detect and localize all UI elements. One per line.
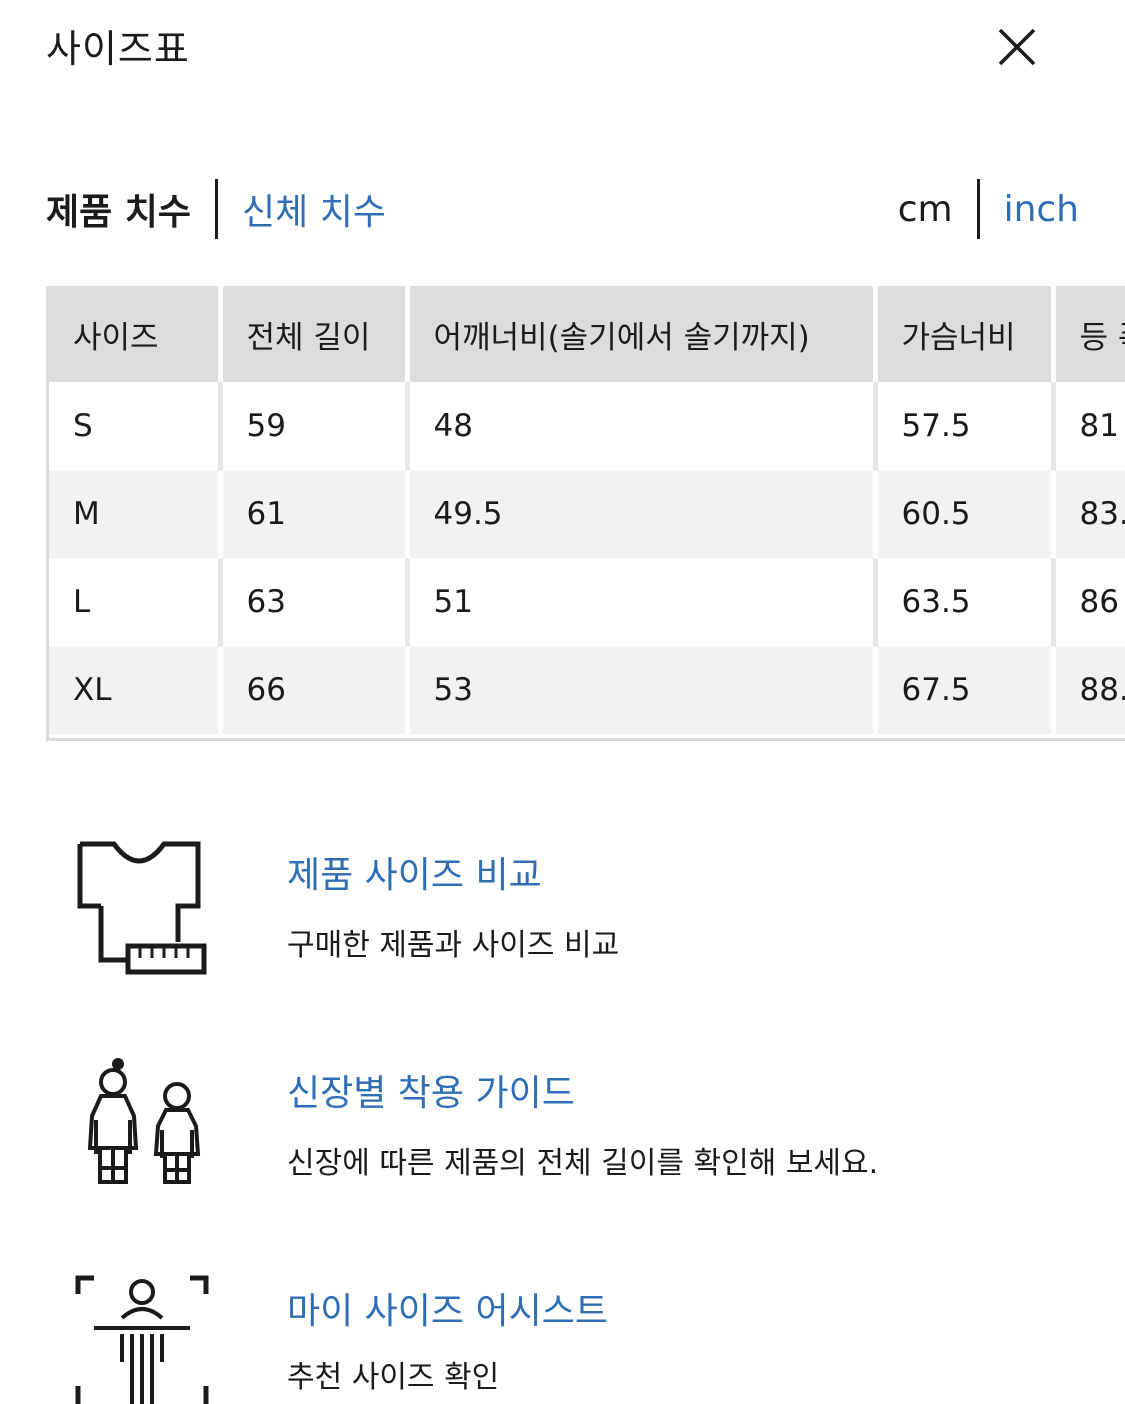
table-cell: 88.5 (1050, 646, 1125, 734)
table-row: M 61 49.5 60.5 83.5 (49, 470, 1125, 558)
table-cell: 59 (217, 382, 407, 470)
size-table: 사이즈 전체 길이 어깨너비(솔기에서 솔기까지) 가슴너비 등 폭 S 59 … (49, 286, 1125, 734)
tab-body-size[interactable]: 신체 치수 (242, 183, 386, 235)
table-row: L 63 51 63.5 86 (49, 558, 1125, 646)
column-header: 어깨너비(솔기에서 솔기까지) (404, 286, 875, 382)
tshirt-ruler-icon (77, 841, 207, 975)
unit-toggle: cm inch (898, 178, 1079, 240)
table-cell: 63.5 (872, 558, 1053, 646)
size-assist-link[interactable]: 마이 사이즈 어시스트 (287, 1282, 608, 1334)
table-cell: XL (49, 646, 220, 734)
measurement-tabs: 제품 치수 신체 치수 (46, 178, 386, 240)
table-cell: 60.5 (872, 470, 1053, 558)
column-header: 가슴너비 (872, 286, 1053, 382)
tab-divider (215, 179, 219, 239)
table-cell: 49.5 (404, 470, 875, 558)
height-guide-description: 신장에 따른 제품의 전체 길이를 확인해 보세요. (287, 1146, 879, 1181)
table-cell: 81 (1050, 382, 1125, 470)
page-title: 사이즈표 (46, 27, 190, 71)
size-table-scroll[interactable]: 사이즈 전체 길이 어깨너비(솔기에서 솔기까지) 가슴너비 등 폭 S 59 … (46, 286, 1125, 741)
table-cell: 57.5 (872, 382, 1053, 470)
table-cell: 86 (1050, 558, 1125, 646)
unit-divider (976, 179, 980, 239)
table-cell: M (49, 470, 220, 558)
size-assist-description: 추천 사이즈 확인 (287, 1360, 500, 1395)
column-header: 사이즈 (49, 286, 220, 382)
table-cell: L (49, 558, 220, 646)
unit-inch[interactable]: inch (1004, 189, 1079, 230)
table-cell: 63 (217, 558, 407, 646)
two-people-icon (87, 1058, 201, 1184)
table-cell: 67.5 (872, 646, 1053, 734)
table-row: S 59 48 57.5 81 (49, 382, 1125, 470)
size-compare-description: 구매한 제품과 사이즈 비교 (287, 928, 620, 963)
column-header: 등 폭 (1050, 286, 1125, 382)
table-cell: 61 (217, 470, 407, 558)
table-cell: 83.5 (1050, 470, 1125, 558)
table-cell: S (49, 382, 220, 470)
table-cell: 48 (404, 382, 875, 470)
table-cell: 53 (404, 646, 875, 734)
table-header-row: 사이즈 전체 길이 어깨너비(솔기에서 솔기까지) 가슴너비 등 폭 (49, 286, 1125, 382)
unit-cm[interactable]: cm (898, 189, 953, 230)
column-header: 전체 길이 (217, 286, 407, 382)
tab-product-size[interactable]: 제품 치수 (46, 183, 191, 235)
person-scan-icon (75, 1275, 209, 1404)
table-cell: 51 (404, 558, 875, 646)
height-guide-link[interactable]: 신장별 착용 가이드 (287, 1064, 575, 1116)
table-cell: 66 (217, 646, 407, 734)
size-compare-link[interactable]: 제품 사이즈 비교 (287, 846, 542, 898)
close-icon[interactable] (994, 24, 1040, 70)
table-row: XL 66 53 67.5 88.5 (49, 646, 1125, 734)
